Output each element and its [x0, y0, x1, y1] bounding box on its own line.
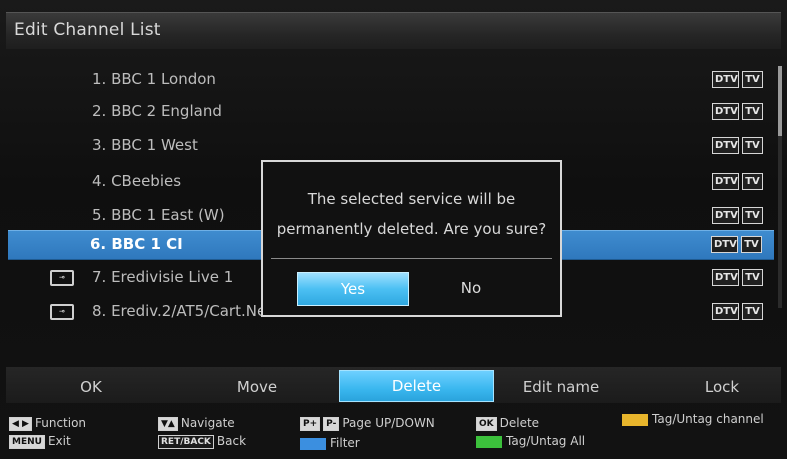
- channel-name: 2. BBC 2 England: [92, 102, 222, 120]
- help-function-label: Function: [34, 416, 87, 430]
- tv-badge: TV: [741, 236, 762, 253]
- edit-name-function[interactable]: Edit name: [506, 373, 616, 401]
- dialog-message-line2: permanently deleted. Are you sure?: [276, 220, 547, 238]
- help-navigate: ▼▲ Navigate: [158, 415, 235, 431]
- blue-key-icon: [300, 437, 326, 450]
- channel-name: 1. BBC 1 London: [92, 70, 216, 88]
- dialog-divider: [271, 258, 552, 259]
- help-back-label: Back: [216, 434, 247, 448]
- ok-function[interactable]: OK: [46, 373, 136, 401]
- channel-name: 8. Erediv.2/AT5/Cart.Ne: [92, 302, 267, 320]
- yellow-key-icon: [622, 413, 648, 426]
- dtv-badge: DTV: [711, 236, 738, 253]
- channel-name: 4. CBeebies: [92, 172, 182, 190]
- tv-badge: TV: [742, 269, 763, 286]
- return-back-key-icon: RET/BACK: [158, 434, 214, 449]
- service-badges: DTV TV: [709, 103, 763, 121]
- up-down-arrow-icon: ▼▲: [158, 416, 178, 431]
- delete-function[interactable]: Delete: [339, 370, 494, 402]
- channel-name: 6. BBC 1 CI: [90, 235, 183, 253]
- move-function[interactable]: Move: [202, 373, 312, 401]
- help-filter-label: Filter: [330, 436, 360, 450]
- green-key-icon: [476, 435, 502, 448]
- help-page-label: Page UP/DOWN: [342, 416, 435, 430]
- help-delete: OK Delete: [476, 415, 539, 431]
- help-filter: Filter: [300, 435, 360, 451]
- scrollbar-thumb[interactable]: [778, 66, 782, 136]
- help-delete-label: Delete: [499, 416, 540, 430]
- help-back: RET/BACK Back: [158, 433, 246, 449]
- dtv-badge: DTV: [712, 269, 739, 286]
- dtv-badge: DTV: [712, 173, 739, 190]
- service-badges: DTV TV: [709, 303, 763, 321]
- delete-confirm-dialog: The selected service will be permanently…: [261, 160, 562, 317]
- help-navigate-label: Navigate: [180, 416, 235, 430]
- tv-badge: TV: [742, 173, 763, 190]
- channel-name: 7. Eredivisie Live 1: [92, 268, 234, 286]
- service-badges: DTV TV: [708, 236, 762, 254]
- no-button[interactable]: No: [431, 272, 511, 304]
- dtv-badge: DTV: [712, 207, 739, 224]
- dtv-badge: DTV: [712, 103, 739, 120]
- yes-button[interactable]: Yes: [297, 272, 409, 306]
- help-function: ◀ ▶ Function: [9, 415, 86, 431]
- function-bar: OK Move Delete Edit name Lock: [6, 367, 781, 403]
- ok-key-icon: OK: [476, 416, 497, 431]
- lock-function[interactable]: Lock: [682, 373, 762, 401]
- help-tag-channel-label: Tag/Untag channel: [652, 412, 764, 426]
- page-plus-key-icon: P+: [300, 416, 321, 431]
- tv-badge: TV: [742, 103, 763, 120]
- list-scrollbar[interactable]: [778, 66, 782, 308]
- help-page: P+ P- Page UP/DOWN: [300, 415, 435, 431]
- service-badges: DTV TV: [709, 173, 763, 191]
- help-exit-label: Exit: [47, 434, 71, 448]
- channel-row[interactable]: 3. BBC 1 West DTV TV: [10, 132, 775, 160]
- title-bar: Edit Channel List: [6, 12, 781, 49]
- dtv-badge: DTV: [712, 137, 739, 154]
- left-right-arrow-icon: ◀ ▶: [9, 416, 32, 431]
- lock-icon: ⊸: [50, 270, 74, 286]
- help-tag-all: Tag/Untag All: [476, 433, 585, 449]
- page-minus-key-icon: P-: [323, 416, 340, 431]
- channel-row[interactable]: 2. BBC 2 England DTV TV: [10, 98, 775, 126]
- tv-badge: TV: [742, 137, 763, 154]
- page-title: Edit Channel List: [14, 20, 161, 40]
- channel-row[interactable]: 1. BBC 1 London DTV TV: [10, 66, 775, 94]
- service-badges: DTV TV: [709, 269, 763, 287]
- service-badges: DTV TV: [709, 137, 763, 155]
- help-bar: ◀ ▶ Function MENU Exit ▼▲ Navigate RET/BACK…: [0, 405, 787, 459]
- tv-badge: TV: [742, 71, 763, 88]
- channel-name: 5. BBC 1 East (W): [92, 206, 225, 224]
- menu-key-icon: MENU: [9, 434, 45, 449]
- tv-badge: TV: [742, 207, 763, 224]
- help-exit: MENU Exit: [9, 433, 71, 449]
- lock-icon: ⊸: [50, 304, 74, 320]
- dtv-badge: DTV: [712, 71, 739, 88]
- tv-badge: TV: [742, 303, 763, 320]
- dialog-message-line1: The selected service will be: [307, 190, 516, 208]
- channel-name: 3. BBC 1 West: [92, 136, 198, 154]
- edit-channel-list-screen: Edit Channel List 1. BBC 1 London DTV TV …: [0, 0, 787, 459]
- service-badges: DTV TV: [709, 207, 763, 225]
- help-tag-channel: Tag/Untag channel: [622, 411, 764, 427]
- help-tag-all-label: Tag/Untag All: [506, 434, 586, 448]
- dtv-badge: DTV: [712, 303, 739, 320]
- service-badges: DTV TV: [709, 71, 763, 89]
